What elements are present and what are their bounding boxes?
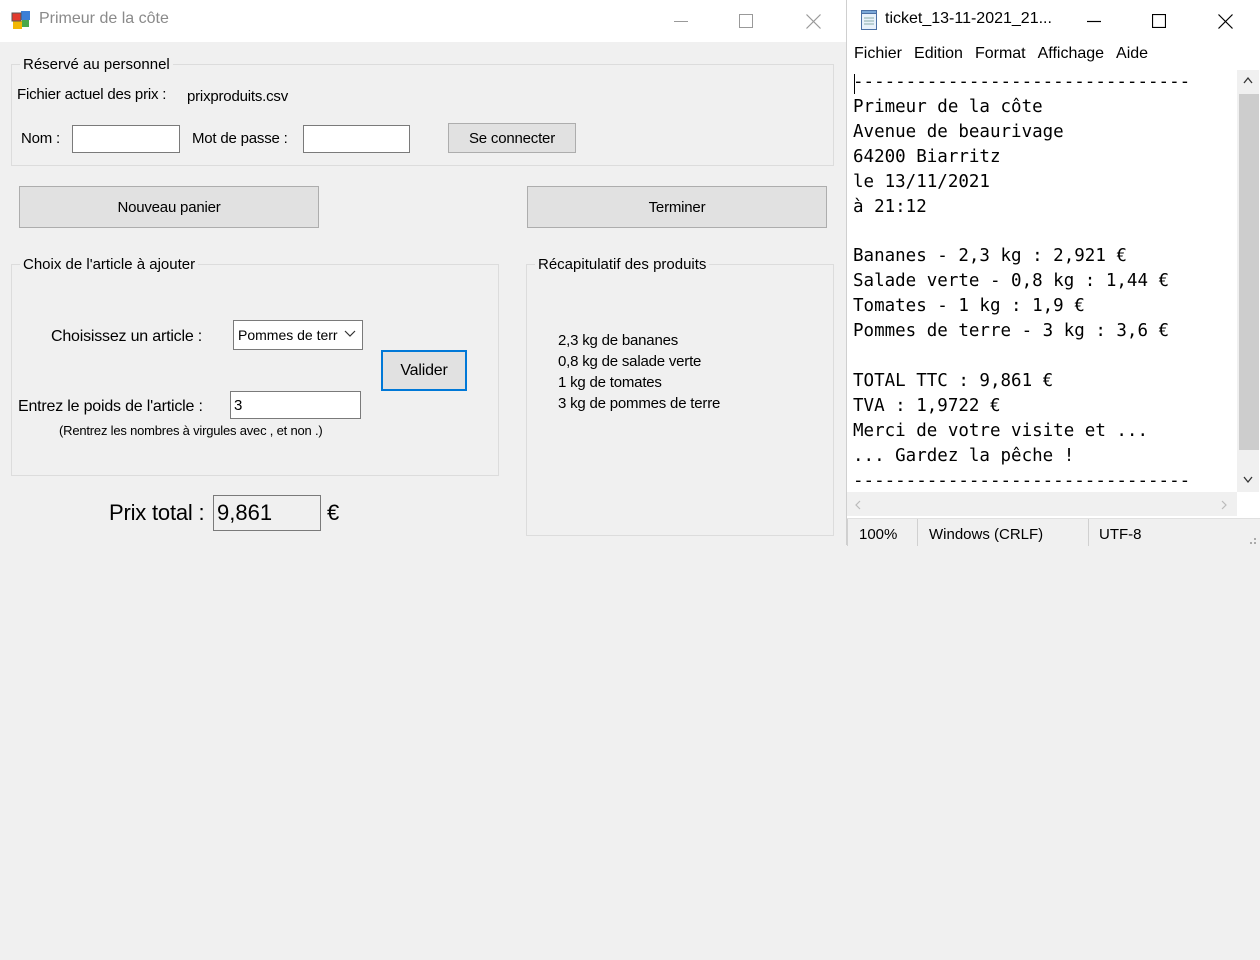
article-combobox[interactable]: Pommes de terre (233, 320, 363, 350)
validate-button[interactable]: Valider (381, 350, 467, 391)
horizontal-scrollbar[interactable] (847, 492, 1237, 516)
summary-line: 3 kg de pommes de terre (558, 395, 721, 412)
notepad-statusbar: 100% Windows (CRLF) UTF-8 (847, 518, 1260, 546)
notepad-maximize-button[interactable] (1136, 0, 1182, 42)
article-group-legend: Choix de l'article à ajouter (23, 256, 196, 273)
summary-line: 2,3 kg de bananes (558, 332, 679, 349)
scroll-right-icon[interactable] (1220, 500, 1228, 510)
menu-format[interactable]: Format (975, 42, 1026, 68)
menu-affichage[interactable]: Affichage (1038, 42, 1104, 68)
summary-line: 1 kg de tomates (558, 374, 662, 391)
ticket-text: -------------------------------- Primeur… (853, 72, 1191, 490)
maximize-button[interactable] (723, 0, 769, 42)
price-file-value: prixproduits.csv (187, 88, 289, 105)
total-price-label: Prix total : (109, 500, 205, 525)
maximize-icon (739, 14, 753, 28)
status-zoom: 100% (859, 526, 898, 543)
notepad-title: ticket_13-11-2021_21... (885, 10, 1052, 27)
menu-edition[interactable]: Edition (914, 42, 963, 68)
summary-group-legend: Récapitulatif des produits (538, 256, 707, 273)
minimize-icon (1087, 20, 1101, 23)
app-icon (11, 10, 31, 30)
chevron-down-icon (344, 330, 356, 337)
scroll-down-icon[interactable] (1243, 476, 1253, 484)
notepad-minimize-button[interactable] (1071, 0, 1117, 42)
finish-button[interactable]: Terminer (527, 186, 827, 228)
notepad-titlebar[interactable]: ticket_13-11-2021_21... (847, 0, 1260, 40)
name-input[interactable] (72, 125, 180, 153)
resize-grip-icon[interactable] (1245, 533, 1257, 545)
minimize-button[interactable] (658, 0, 704, 42)
choose-article-label: Choisissez un article : (51, 328, 203, 345)
weight-label: Entrez le poids de l'article : (18, 398, 203, 415)
summary-line: 0,8 kg de salade verte (558, 353, 702, 370)
close-icon (805, 13, 821, 29)
notepad-menubar: Fichier Edition Format Affichage Aide (847, 42, 1260, 68)
decimal-hint: (Rentrez les nombres à virgules avec , e… (59, 423, 323, 438)
notepad-icon (860, 9, 878, 31)
article-combobox-value: Pommes de terre (238, 327, 338, 343)
weight-input[interactable] (230, 391, 361, 419)
new-basket-button[interactable]: Nouveau panier (19, 186, 319, 228)
status-encoding: UTF-8 (1099, 526, 1142, 543)
status-line-ending: Windows (CRLF) (929, 526, 1044, 543)
app-title: Primeur de la côte (39, 10, 169, 27)
notepad-text-area[interactable]: -------------------------------- Primeur… (847, 70, 1237, 490)
scroll-left-icon[interactable] (854, 500, 862, 510)
minimize-icon (674, 21, 688, 22)
app-window: Primeur de la côte Réservé au personnel … (0, 0, 846, 545)
staff-group-legend: Réservé au personnel (23, 56, 170, 73)
scroll-up-icon[interactable] (1243, 76, 1253, 84)
maximize-icon (1152, 14, 1166, 28)
password-input[interactable] (303, 125, 410, 153)
password-label: Mot de passe : (192, 130, 288, 147)
text-caret (854, 74, 855, 94)
app-titlebar[interactable]: Primeur de la côte (0, 0, 846, 42)
price-file-label: Fichier actuel des prix : (17, 86, 167, 103)
notepad-close-button[interactable] (1202, 0, 1248, 42)
currency-label: € (327, 500, 340, 525)
name-label: Nom : (21, 130, 61, 147)
close-icon (1217, 13, 1233, 29)
connect-button[interactable]: Se connecter (448, 123, 576, 153)
total-price-field (213, 495, 321, 531)
close-button[interactable] (790, 0, 836, 42)
vertical-scroll-thumb[interactable] (1239, 94, 1259, 450)
notepad-window: ticket_13-11-2021_21... Fichier Edition … (846, 0, 1260, 546)
menu-fichier[interactable]: Fichier (854, 42, 902, 68)
vertical-scrollbar[interactable] (1237, 70, 1259, 492)
menu-aide[interactable]: Aide (1116, 42, 1148, 68)
